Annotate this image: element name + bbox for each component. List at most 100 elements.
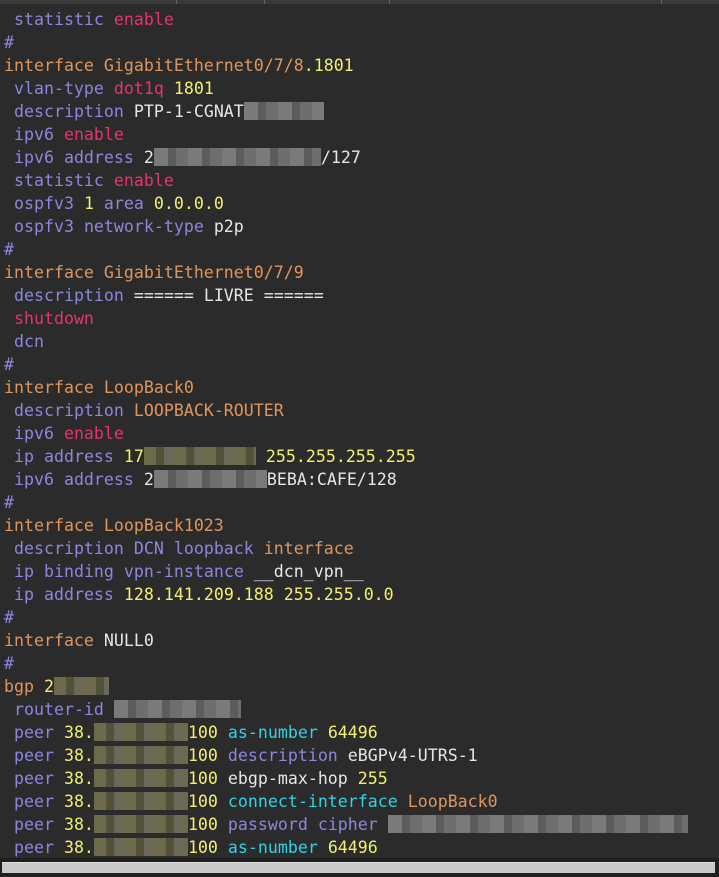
code-token: cipher — [317, 815, 388, 834]
code-token: 100 — [187, 815, 228, 834]
config-line: # — [0, 238, 688, 261]
config-line: ipv6 enable — [0, 123, 688, 146]
code-token: peer — [14, 746, 64, 765]
code-token: interface — [4, 516, 104, 535]
code-token: GigabitEthernet0/7/8 — [103, 56, 304, 75]
code-token: __dcn_vpn__ — [253, 562, 364, 581]
config-line: ipv6 address 2/127 — [0, 146, 688, 169]
config-line: ospfv3 1 area 0.0.0.0 — [0, 192, 688, 215]
config-line: # — [0, 491, 688, 514]
config-line: ip binding vpn-instance __dcn_vpn__ — [0, 560, 688, 583]
redacted-text — [93, 838, 188, 856]
code-token: 64496 — [327, 723, 378, 742]
redacted-text — [387, 815, 688, 833]
code-token: LoopBack1023 — [103, 516, 224, 535]
code-token: 1 — [83, 194, 104, 213]
code-token: # — [4, 654, 14, 673]
code-token: interface — [4, 56, 104, 75]
code-token: NULL0 — [103, 631, 154, 650]
redacted-text — [53, 677, 109, 695]
config-line: # — [0, 353, 688, 376]
config-line: description PTP-1-CGNAT — [0, 100, 688, 123]
code-token: 2 — [143, 148, 154, 167]
code-token: # — [4, 493, 14, 512]
config-line: peer 38. 100 description eBGPv4-UTRS-1 — [0, 744, 688, 767]
config-line: peer 38. 100 connect-interface LoopBack0 — [0, 790, 688, 813]
code-token: 38. — [63, 723, 94, 742]
code-token: # — [4, 355, 14, 374]
code-token: description — [14, 539, 134, 558]
code-token: loopback — [173, 539, 264, 558]
code-token: .1801 — [303, 56, 354, 75]
redacted-text — [243, 102, 324, 120]
code-token: description — [227, 746, 348, 765]
redacted-text — [113, 700, 241, 718]
code-token: enable — [113, 10, 174, 29]
config-line: interface NULL0 — [0, 629, 688, 652]
config-line: peer 38. 100 ebgp-max-hop 255 — [0, 767, 688, 790]
redacted-text — [93, 792, 188, 810]
code-token: ipv6 — [14, 125, 64, 144]
config-line: router-id — [0, 698, 688, 721]
code-token: 38. — [63, 838, 94, 857]
redacted-text — [93, 815, 188, 833]
code-token: bgp — [4, 677, 44, 696]
code-editor[interactable]: statistic enable # interface GigabitEthern… — [0, 0, 719, 858]
config-text[interactable]: statistic enable # interface GigabitEthern… — [0, 8, 688, 858]
config-line: peer 38. 100 as-number 64496 — [0, 836, 688, 858]
code-token: as-number — [227, 723, 328, 742]
redacted-text — [93, 723, 188, 741]
config-line: description LOOPBACK-ROUTER — [0, 399, 688, 422]
code-token: interface — [4, 631, 104, 650]
code-token: ebgp-max-hop — [227, 769, 358, 788]
code-token: 100 — [187, 838, 228, 857]
config-line: ip address 17 255.255.255.255 — [0, 445, 688, 468]
config-line: interface GigabitEthernet0/7/9 — [0, 261, 688, 284]
code-token: # — [4, 240, 14, 259]
toolbar-divider — [389, 0, 390, 4]
code-token: eBGPv4-UTRS-1 — [347, 746, 478, 765]
code-token: 38. — [63, 792, 94, 811]
code-token: peer — [14, 769, 64, 788]
config-line: statistic enable — [0, 169, 688, 192]
config-line: peer 38. 100 as-number 64496 — [0, 721, 688, 744]
scrollbar-thumb[interactable] — [2, 862, 715, 873]
code-token: description — [14, 286, 134, 305]
code-token: ipv6 — [14, 424, 64, 443]
config-line: ospfv3 network-type p2p — [0, 215, 688, 238]
code-token: area — [103, 194, 154, 213]
code-token: 100 — [187, 792, 228, 811]
code-token: 100 — [187, 769, 228, 788]
code-token: BEBA:CAFE/128 — [266, 470, 397, 489]
redacted-text — [143, 447, 256, 465]
config-line: vlan-type dot1q 1801 — [0, 77, 688, 100]
config-line: statistic enable — [0, 8, 688, 31]
config-line: bgp 2 — [0, 675, 688, 698]
code-token: description — [14, 102, 134, 121]
code-token: LoopBack0 — [103, 378, 194, 397]
code-token: # — [4, 33, 14, 52]
code-token: LOOPBACK-ROUTER — [133, 401, 284, 420]
code-token: password — [227, 815, 318, 834]
code-token: statistic — [14, 171, 114, 190]
config-line: shutdown — [0, 307, 688, 330]
code-token: p2p — [213, 217, 244, 236]
code-token: ip — [14, 447, 44, 466]
code-token: ip — [14, 562, 44, 581]
code-token: vlan-type — [14, 79, 114, 98]
code-token: address — [43, 447, 124, 466]
code-token: 128.141.209.188 255.255.0.0 — [123, 585, 394, 604]
code-token: 38. — [63, 815, 94, 834]
code-token: 17 — [123, 447, 144, 466]
code-token: vpn-instance — [123, 562, 254, 581]
code-token: dot1q — [113, 79, 174, 98]
code-token: 1801 — [173, 79, 214, 98]
config-line: # — [0, 31, 688, 54]
config-line: ip address 128.141.209.188 255.255.0.0 — [0, 583, 688, 606]
code-token: /127 — [320, 148, 361, 167]
config-line: ipv6 address 2 BEBA:CAFE/128 — [0, 468, 688, 491]
code-token: ipv6 — [14, 148, 64, 167]
code-token: 38. — [63, 769, 94, 788]
code-token: enable — [113, 171, 174, 190]
code-token: router-id — [14, 700, 114, 719]
